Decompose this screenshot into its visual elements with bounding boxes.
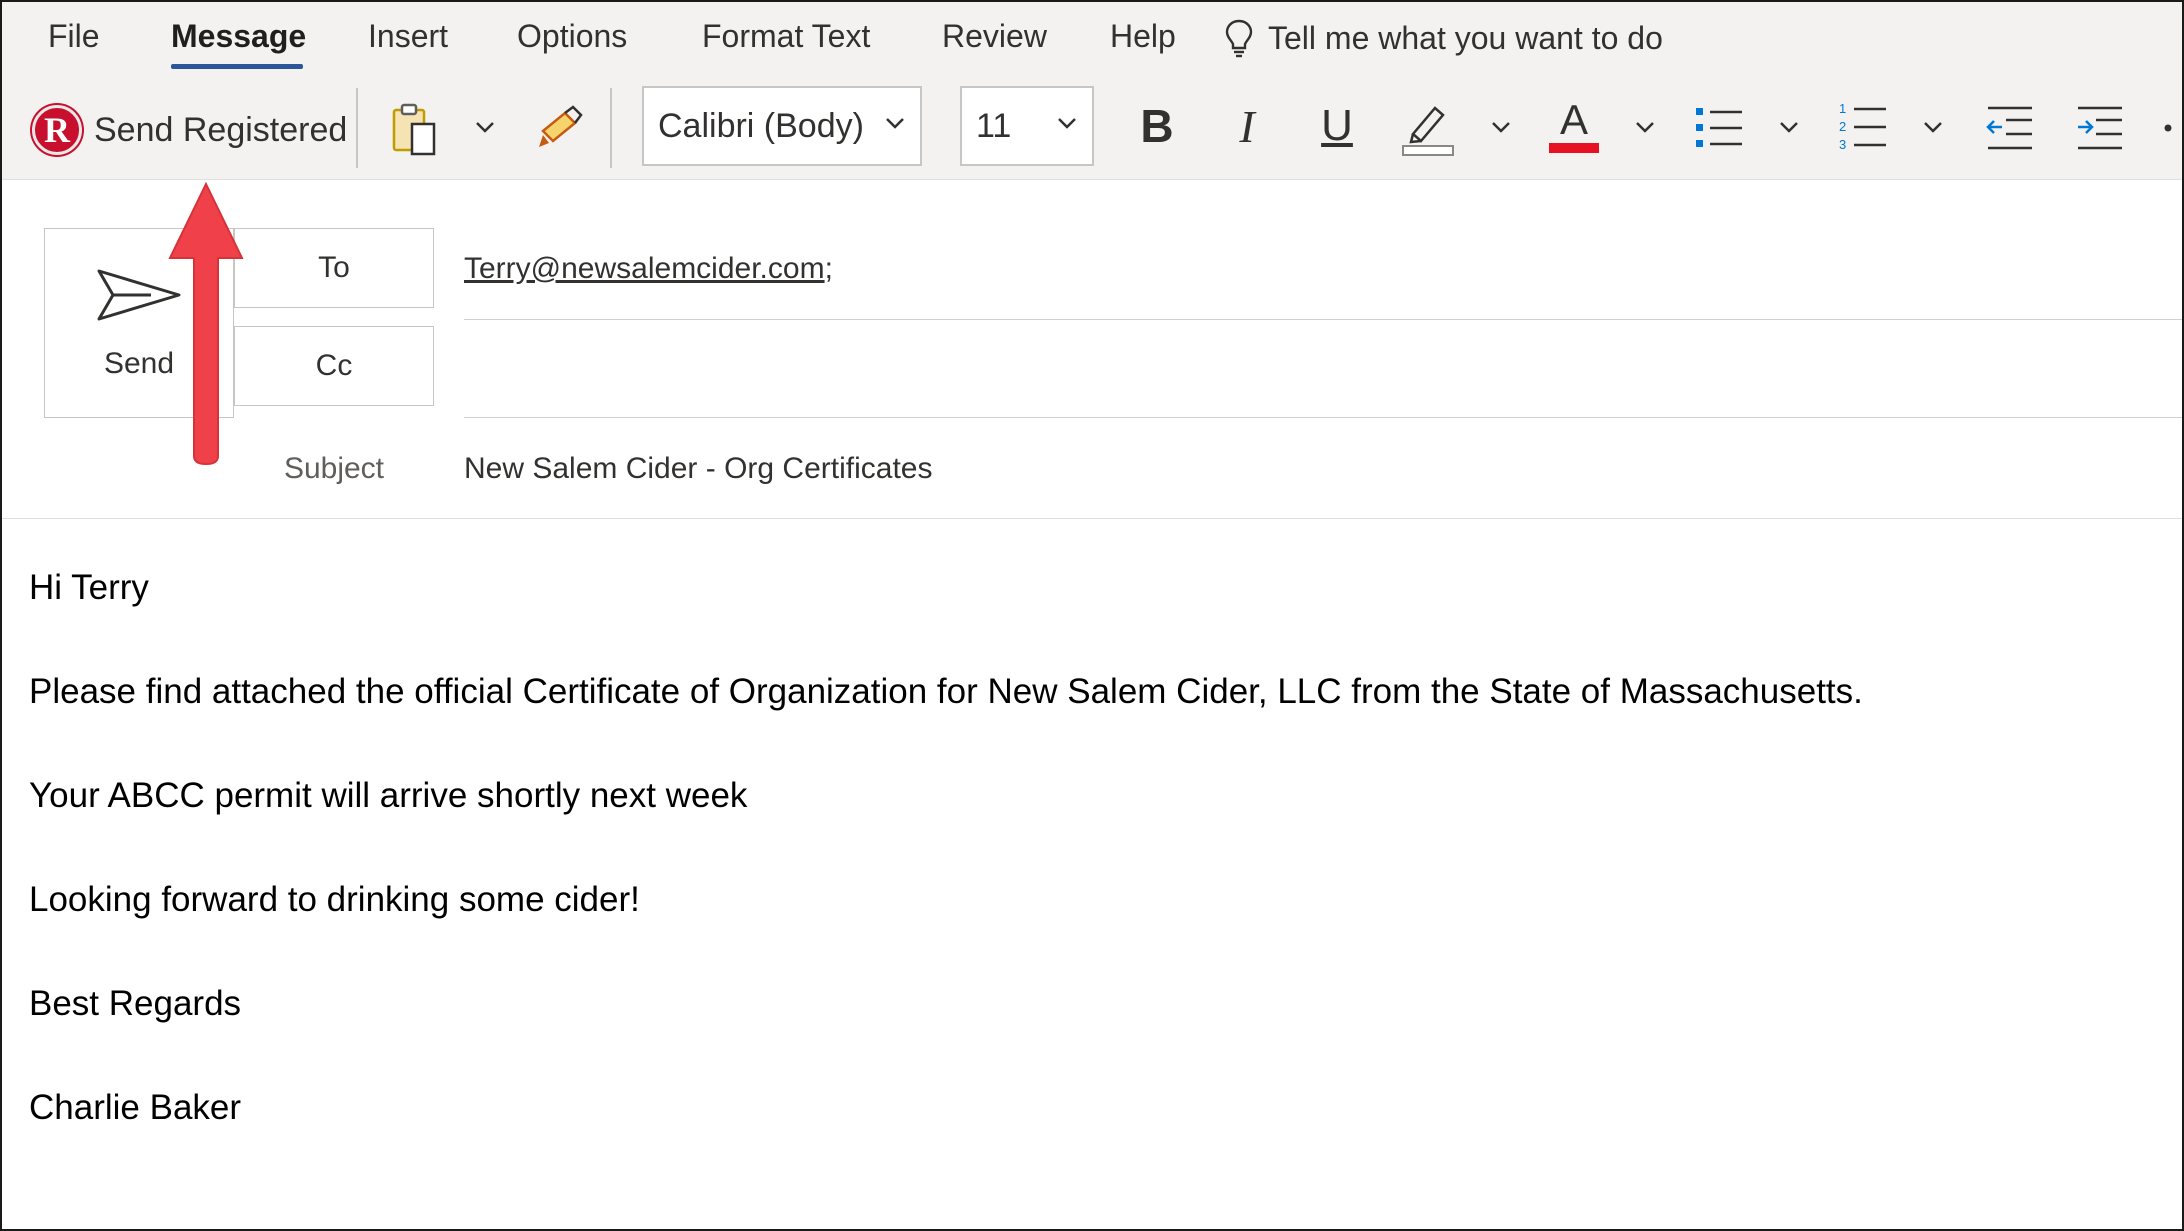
underline-button[interactable]: U <box>1312 94 1362 158</box>
numbering-button[interactable]: 1 2 3 <box>1836 96 1890 160</box>
to-field[interactable]: Terry@newsalemcider.com; <box>464 252 833 286</box>
font-color-dropdown-chevron-icon[interactable] <box>1634 120 1656 134</box>
body-line: Please find attached the official Certif… <box>29 672 1863 711</box>
body-line: Hi Terry <box>29 568 149 607</box>
tell-me-search[interactable]: Tell me what you want to do <box>1224 18 1663 58</box>
tab-help[interactable]: Help <box>1110 18 1176 55</box>
numbering-icon: 1 2 3 <box>1839 101 1886 152</box>
header-divider <box>2 518 2182 519</box>
body-line: Your ABCC permit will arrive shortly nex… <box>29 776 748 815</box>
message-body[interactable]: Hi Terry Please find attached the offici… <box>29 562 2129 1186</box>
lightbulb-icon <box>1225 19 1253 58</box>
recipient-separator: ; <box>824 252 833 285</box>
paste-icon <box>392 103 436 156</box>
svg-text:3: 3 <box>1839 137 1846 152</box>
ribbon-toolbar: R Send Registered Calibri (Body) 11 B I … <box>2 80 2182 180</box>
tab-file[interactable]: File <box>48 18 100 55</box>
subject-field[interactable]: New Salem Cider - Org Certificates <box>464 452 932 486</box>
chevron-down-icon <box>886 118 904 129</box>
decrease-indent-icon <box>1986 106 2032 150</box>
tab-review[interactable]: Review <box>942 18 1047 55</box>
tab-format-text[interactable]: Format Text <box>702 18 870 55</box>
highlight-icon <box>1402 106 1454 156</box>
decrease-indent-button[interactable] <box>1982 98 2036 158</box>
tab-message[interactable]: Message <box>171 18 306 55</box>
svg-text:1: 1 <box>1839 101 1846 116</box>
active-tab-indicator <box>171 64 303 69</box>
more-options-button[interactable] <box>2162 122 2174 134</box>
cc-button[interactable]: Cc <box>234 326 434 406</box>
body-line: Looking forward to drinking some cider! <box>29 880 640 919</box>
font-color-letter: A <box>1559 96 1588 143</box>
font-size-value: 11 <box>976 106 1012 145</box>
increase-indent-button[interactable] <box>2072 98 2126 158</box>
body-line: Best Regards <box>29 984 242 1023</box>
more-icon <box>2164 124 2172 132</box>
to-field-underline <box>464 319 2182 320</box>
toolbar-separator <box>356 88 358 168</box>
font-color-swatch <box>1549 143 1599 153</box>
tab-insert[interactable]: Insert <box>368 18 448 55</box>
subject-label: Subject <box>283 452 385 485</box>
highlight-button[interactable] <box>1400 96 1456 160</box>
paste-dropdown-chevron-icon[interactable] <box>474 120 496 134</box>
increase-indent-icon <box>2078 106 2122 150</box>
body-line: Charlie Baker <box>29 1088 242 1127</box>
highlight-dropdown-chevron-icon[interactable] <box>1490 120 1512 134</box>
svg-text:2: 2 <box>1839 119 1846 134</box>
tab-options[interactable]: Options <box>517 18 627 55</box>
bold-button[interactable]: B <box>1132 94 1182 158</box>
font-color-button[interactable]: A <box>1548 90 1600 160</box>
send-registered-label: Send Registered <box>94 110 348 149</box>
rpost-logo-icon: R <box>32 105 82 155</box>
tell-me-text: Tell me what you want to do <box>1268 19 1663 56</box>
paste-button[interactable] <box>387 98 443 162</box>
ribbon-tabs: File Message Insert Options Format Text … <box>2 2 2182 80</box>
bullets-button[interactable] <box>1692 98 1746 158</box>
numbering-dropdown-chevron-icon[interactable] <box>1922 120 1944 134</box>
bullets-dropdown-chevron-icon[interactable] <box>1778 120 1800 134</box>
format-painter-button[interactable] <box>534 100 586 156</box>
format-painter-icon <box>539 105 583 147</box>
chevron-down-icon <box>1058 118 1076 129</box>
bullets-icon <box>1696 108 1742 147</box>
outlook-compose-window: File Message Insert Options Format Text … <box>0 0 2184 1231</box>
font-name-value: Calibri (Body) <box>658 106 864 145</box>
italic-button[interactable]: I <box>1222 94 1272 158</box>
send-registered-button[interactable]: R Send Registered <box>32 102 347 158</box>
recipient-address[interactable]: Terry@newsalemcider.com <box>464 252 825 285</box>
red-arrow-annotation <box>168 181 244 466</box>
cc-field-underline <box>464 417 2182 418</box>
to-button[interactable]: To <box>234 228 434 308</box>
font-name-combobox[interactable]: Calibri (Body) <box>642 86 922 166</box>
toolbar-separator <box>610 88 612 168</box>
font-size-combobox[interactable]: 11 <box>960 86 1094 166</box>
